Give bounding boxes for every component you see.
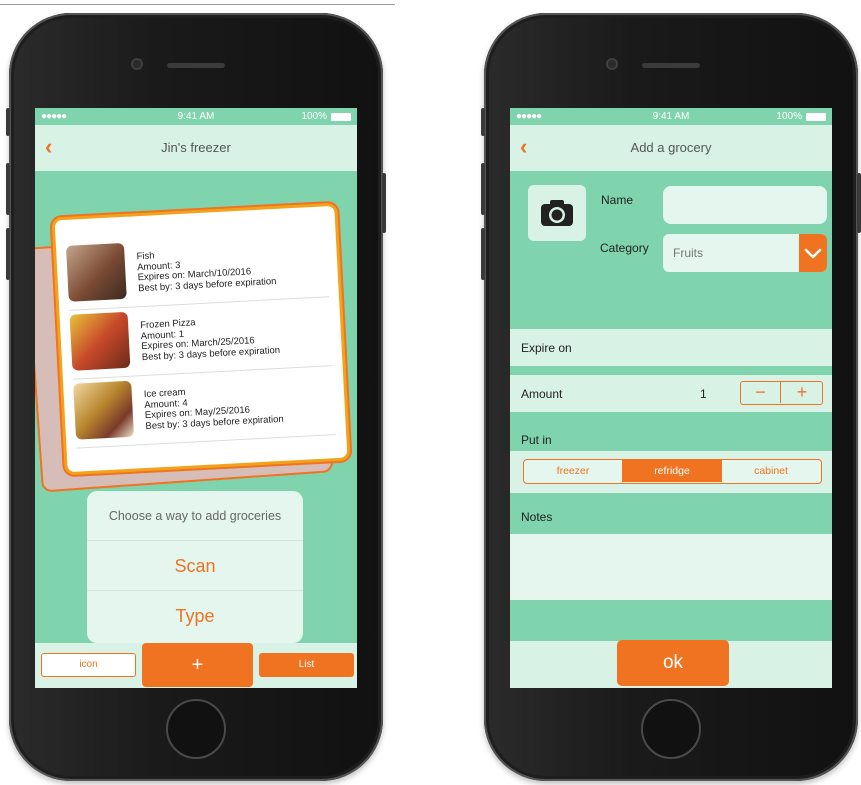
expire-on-label: Expire on bbox=[521, 341, 572, 355]
volume-down-button bbox=[6, 228, 10, 280]
icon-view-button[interactable]: icon bbox=[41, 653, 136, 677]
photo-button[interactable] bbox=[528, 185, 586, 241]
expire-on-row[interactable]: Expire on bbox=[510, 329, 832, 366]
page-title: Jin's freezer bbox=[161, 140, 231, 155]
home-button[interactable] bbox=[166, 699, 226, 759]
front-camera bbox=[606, 58, 618, 70]
page-title: Add a grocery bbox=[630, 140, 712, 155]
power-button bbox=[382, 173, 386, 233]
screen-add-grocery: ●●●●● 9:41 AM 100% ‹ Add a grocery Name … bbox=[510, 108, 832, 688]
segment-freezer[interactable]: freezer bbox=[524, 460, 622, 482]
fish-thumbnail bbox=[65, 242, 127, 302]
battery-percent: 100% bbox=[776, 111, 802, 122]
add-button[interactable]: + bbox=[142, 643, 253, 687]
volume-up-button bbox=[6, 163, 10, 215]
add-method-sheet: Choose a way to add groceries Scan Type bbox=[87, 491, 303, 643]
mute-switch bbox=[481, 108, 485, 136]
camera-icon bbox=[541, 200, 573, 226]
category-value: Fruits bbox=[673, 246, 703, 260]
type-button[interactable]: Type bbox=[87, 591, 303, 641]
decrement-button[interactable]: − bbox=[741, 382, 781, 403]
nav-bar: ‹ Jin's freezer bbox=[35, 125, 357, 171]
storage-segmented-control: freezer refridge cabinet bbox=[523, 459, 822, 484]
put-in-label: Put in bbox=[521, 433, 552, 447]
volume-up-button bbox=[481, 163, 485, 215]
home-button[interactable] bbox=[641, 699, 701, 759]
mute-switch bbox=[6, 108, 10, 136]
amount-label: Amount bbox=[521, 387, 563, 401]
volume-down-button bbox=[481, 228, 485, 280]
status-bar: ●●●●● 9:41 AM 100% bbox=[35, 108, 357, 125]
divider-line bbox=[0, 4, 395, 5]
grocery-card: Fish Amount: 3 Expires on: March/10/2016… bbox=[51, 202, 351, 476]
ok-button[interactable]: ok bbox=[617, 640, 729, 686]
increment-button[interactable]: + bbox=[782, 382, 822, 403]
amount-value: 1 bbox=[700, 387, 707, 401]
name-label: Name bbox=[601, 193, 634, 207]
sheet-prompt: Choose a way to add groceries bbox=[87, 491, 303, 541]
battery-icon bbox=[331, 113, 351, 121]
scan-button[interactable]: Scan bbox=[87, 541, 303, 591]
screen-freezer: ●●●●● 9:41 AM 100% ‹ Jin's freezer Fish … bbox=[35, 108, 357, 688]
power-button bbox=[857, 173, 861, 233]
grocery-form-top: Name Category Fruits bbox=[510, 171, 832, 329]
ice-cream-thumbnail bbox=[73, 380, 135, 440]
phone-frame-left: ●●●●● 9:41 AM 100% ‹ Jin's freezer Fish … bbox=[6, 13, 386, 781]
battery-percent: 100% bbox=[301, 111, 327, 122]
nav-bar: ‹ Add a grocery bbox=[510, 125, 832, 171]
tab-bar: icon + List bbox=[35, 643, 357, 688]
category-select[interactable]: Fruits bbox=[663, 234, 827, 272]
phone-frame-right: ●●●●● 9:41 AM 100% ‹ Add a grocery Name … bbox=[481, 13, 861, 781]
amount-stepper[interactable]: − + bbox=[740, 381, 823, 405]
front-camera bbox=[131, 58, 143, 70]
earpiece-speaker bbox=[167, 63, 225, 68]
chevron-down-icon[interactable] bbox=[799, 234, 827, 272]
list-item[interactable]: Ice cream Amount: 4 Expires on: May/25/2… bbox=[72, 366, 337, 449]
earpiece-speaker bbox=[642, 63, 700, 68]
category-label: Category bbox=[600, 241, 649, 255]
notes-label: Notes bbox=[521, 510, 553, 524]
battery-icon bbox=[806, 113, 826, 121]
name-field[interactable] bbox=[663, 186, 827, 224]
segment-cabinet[interactable]: cabinet bbox=[722, 460, 820, 482]
amount-row: Amount 1 − + bbox=[510, 375, 832, 412]
status-bar: ●●●●● 9:41 AM 100% bbox=[510, 108, 832, 125]
segment-refridge[interactable]: refridge bbox=[622, 460, 722, 482]
pizza-thumbnail bbox=[69, 311, 131, 371]
list-view-button[interactable]: List bbox=[259, 653, 354, 677]
notes-field[interactable] bbox=[510, 534, 832, 600]
